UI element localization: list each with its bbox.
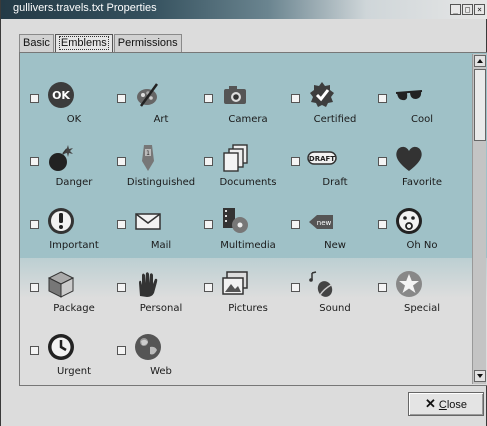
emblem-camera: Camera <box>202 80 288 142</box>
emblem-checkbox[interactable] <box>204 94 213 103</box>
emblem-special: Special <box>376 269 462 331</box>
emblem-favorite: Favorite <box>376 143 462 205</box>
emblem-oh-no: Oh No <box>376 206 462 268</box>
emblem-distinguished: 1 Distinguished <box>115 143 201 205</box>
emblem-checkbox[interactable] <box>30 346 39 355</box>
title-bar[interactable]: gullivers.travels.txt Properties _ □ × <box>1 0 487 19</box>
emblem-documents: Documents <box>202 143 288 205</box>
exclamation-icon <box>48 208 74 234</box>
emblem-draft: DRAFT Draft <box>289 143 375 205</box>
scroll-up-button[interactable] <box>474 55 486 67</box>
close-x-icon: ✕ <box>424 396 436 411</box>
tab-emblems[interactable]: Emblems <box>54 34 113 53</box>
properties-window: gullivers.travels.txt Properties _ □ × B… <box>0 0 487 426</box>
emblem-checkbox[interactable] <box>204 157 213 166</box>
ribbon-medal-icon: 1 <box>142 145 154 171</box>
package-box-icon <box>47 271 75 298</box>
draft-stamp-icon: DRAFT <box>307 151 337 165</box>
documents-icon <box>223 144 248 172</box>
emblem-checkbox[interactable] <box>30 94 39 103</box>
emblem-checkbox[interactable] <box>291 283 300 292</box>
emblems-panel: OK OK Art Camera Certified Cool Danger 1… <box>19 52 487 386</box>
emblem-checkbox[interactable] <box>204 220 213 229</box>
certified-seal-icon <box>310 82 334 107</box>
envelope-icon <box>135 213 161 230</box>
emblem-checkbox[interactable] <box>117 94 126 103</box>
emblem-cool: Cool <box>376 80 462 142</box>
emblem-mail: Mail <box>115 206 201 268</box>
emblem-checkbox[interactable] <box>378 283 387 292</box>
window-title: gullivers.travels.txt Properties <box>13 2 157 14</box>
window-close-button[interactable]: × <box>474 4 485 15</box>
hand-icon <box>139 272 158 297</box>
ok-icon: OK <box>48 82 74 108</box>
emblem-checkbox[interactable] <box>30 220 39 229</box>
emblem-certified: Certified <box>289 80 375 142</box>
emblem-checkbox[interactable] <box>378 220 387 229</box>
tab-permissions[interactable]: Permissions <box>113 34 182 52</box>
minimize-button[interactable]: _ <box>450 4 461 15</box>
emblem-checkbox[interactable] <box>291 94 300 103</box>
emblem-checkbox[interactable] <box>117 346 126 355</box>
scroll-down-button[interactable] <box>474 370 486 382</box>
emblem-checkbox[interactable] <box>117 157 126 166</box>
pictures-icon <box>222 271 248 295</box>
sunglasses-icon <box>395 90 423 101</box>
emblem-checkbox[interactable] <box>378 157 387 166</box>
emblem-important: Important <box>28 206 114 268</box>
clock-icon <box>48 334 74 360</box>
emblem-web: Web <box>115 332 201 385</box>
emblem-urgent: Urgent <box>28 332 114 385</box>
emblem-danger: Danger <box>28 143 114 205</box>
emblem-checkbox[interactable] <box>291 157 300 166</box>
emblem-checkbox[interactable] <box>291 220 300 229</box>
emblem-checkbox[interactable] <box>204 283 213 292</box>
emblem-checkbox[interactable] <box>30 157 39 166</box>
emblem-pictures: Pictures <box>202 269 288 331</box>
emblem-new: new New <box>289 206 375 268</box>
emblem-checkbox[interactable] <box>117 283 126 292</box>
emblem-personal: Personal <box>115 269 201 331</box>
emblem-checkbox[interactable] <box>117 220 126 229</box>
emblem-multimedia: Multimedia <box>202 206 288 268</box>
star-icon <box>396 271 422 297</box>
emblem-checkbox[interactable] <box>378 94 387 103</box>
camera-icon <box>224 86 246 104</box>
vertical-scrollbar[interactable] <box>472 54 486 384</box>
emblem-package: Package <box>28 269 114 331</box>
art-palette-icon <box>137 83 159 107</box>
svg-text:new: new <box>317 219 332 227</box>
new-badge-icon: new <box>309 215 333 229</box>
svg-text:DRAFT: DRAFT <box>309 155 335 163</box>
svg-text:1: 1 <box>146 150 150 157</box>
globe-icon <box>135 334 161 360</box>
svg-text:OK: OK <box>52 89 70 102</box>
emblem-checkbox[interactable] <box>30 283 39 292</box>
sound-note-icon <box>309 271 333 297</box>
tab-strip: Basic Emblems Permissions <box>19 34 183 53</box>
maximize-button[interactable]: □ <box>462 4 473 15</box>
sad-face-icon <box>396 208 422 234</box>
close-button[interactable]: ✕ Close <box>408 392 484 416</box>
scroll-thumb[interactable] <box>474 69 486 141</box>
heart-icon <box>396 146 422 171</box>
film-reel-icon <box>223 208 248 233</box>
emblem-art: Art <box>115 80 201 142</box>
emblem-sound: Sound <box>289 269 375 331</box>
tab-basic[interactable]: Basic <box>19 34 54 52</box>
emblem-ok: OK OK <box>28 80 114 142</box>
bomb-icon <box>49 145 73 171</box>
